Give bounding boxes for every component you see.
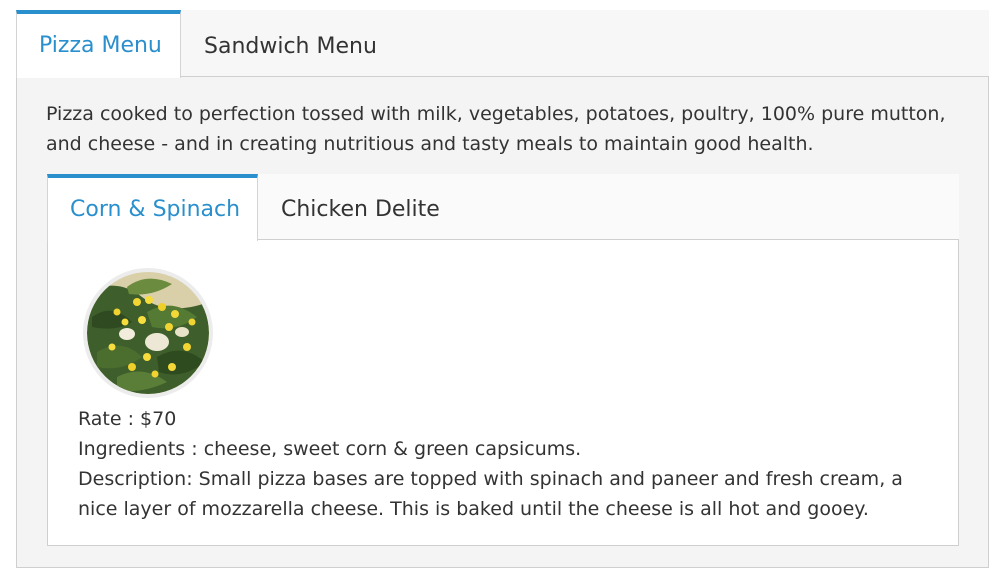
- corn-spinach-panel: Rate : $70 Ingredients : cheese, sweet c…: [47, 239, 959, 546]
- item-description: Description: Small pizza bases are toppe…: [78, 468, 903, 520]
- corn-spinach-pizza-image: [83, 268, 213, 398]
- tab-sandwich-menu[interactable]: Sandwich Menu: [182, 10, 399, 77]
- pizza-intro-text: Pizza cooked to perfection tossed with m…: [46, 103, 946, 155]
- inner-tab-strip: Corn & Spinach Chicken Delite: [47, 174, 959, 241]
- pizza-menu-panel: Pizza cooked to perfection tossed with m…: [16, 76, 989, 568]
- tab-chicken-delite[interactable]: Chicken Delite: [259, 174, 462, 240]
- tab-pizza-menu[interactable]: Pizza Menu: [16, 10, 181, 78]
- tab-corn-spinach[interactable]: Corn & Spinach: [47, 174, 258, 241]
- pizza-items-tab-widget: Corn & Spinach Chicken Delite Rate: $70…: [47, 174, 959, 546]
- item-ingredients: Ingredients : cheese, sweet corn & green…: [78, 438, 582, 460]
- pizza-sandwich-tab-widget: Pizza Menu Sandwich Menu Pizza cooked to…: [16, 10, 989, 568]
- item-rate: Rate : $70: [78, 408, 177, 430]
- outer-tab-strip: Pizza Menu Sandwich Menu: [16, 10, 989, 78]
- pizza-photo-illustration: [87, 272, 209, 394]
- item-details: Rate : $70 Ingredients : cheese, sweet c…: [78, 404, 938, 524]
